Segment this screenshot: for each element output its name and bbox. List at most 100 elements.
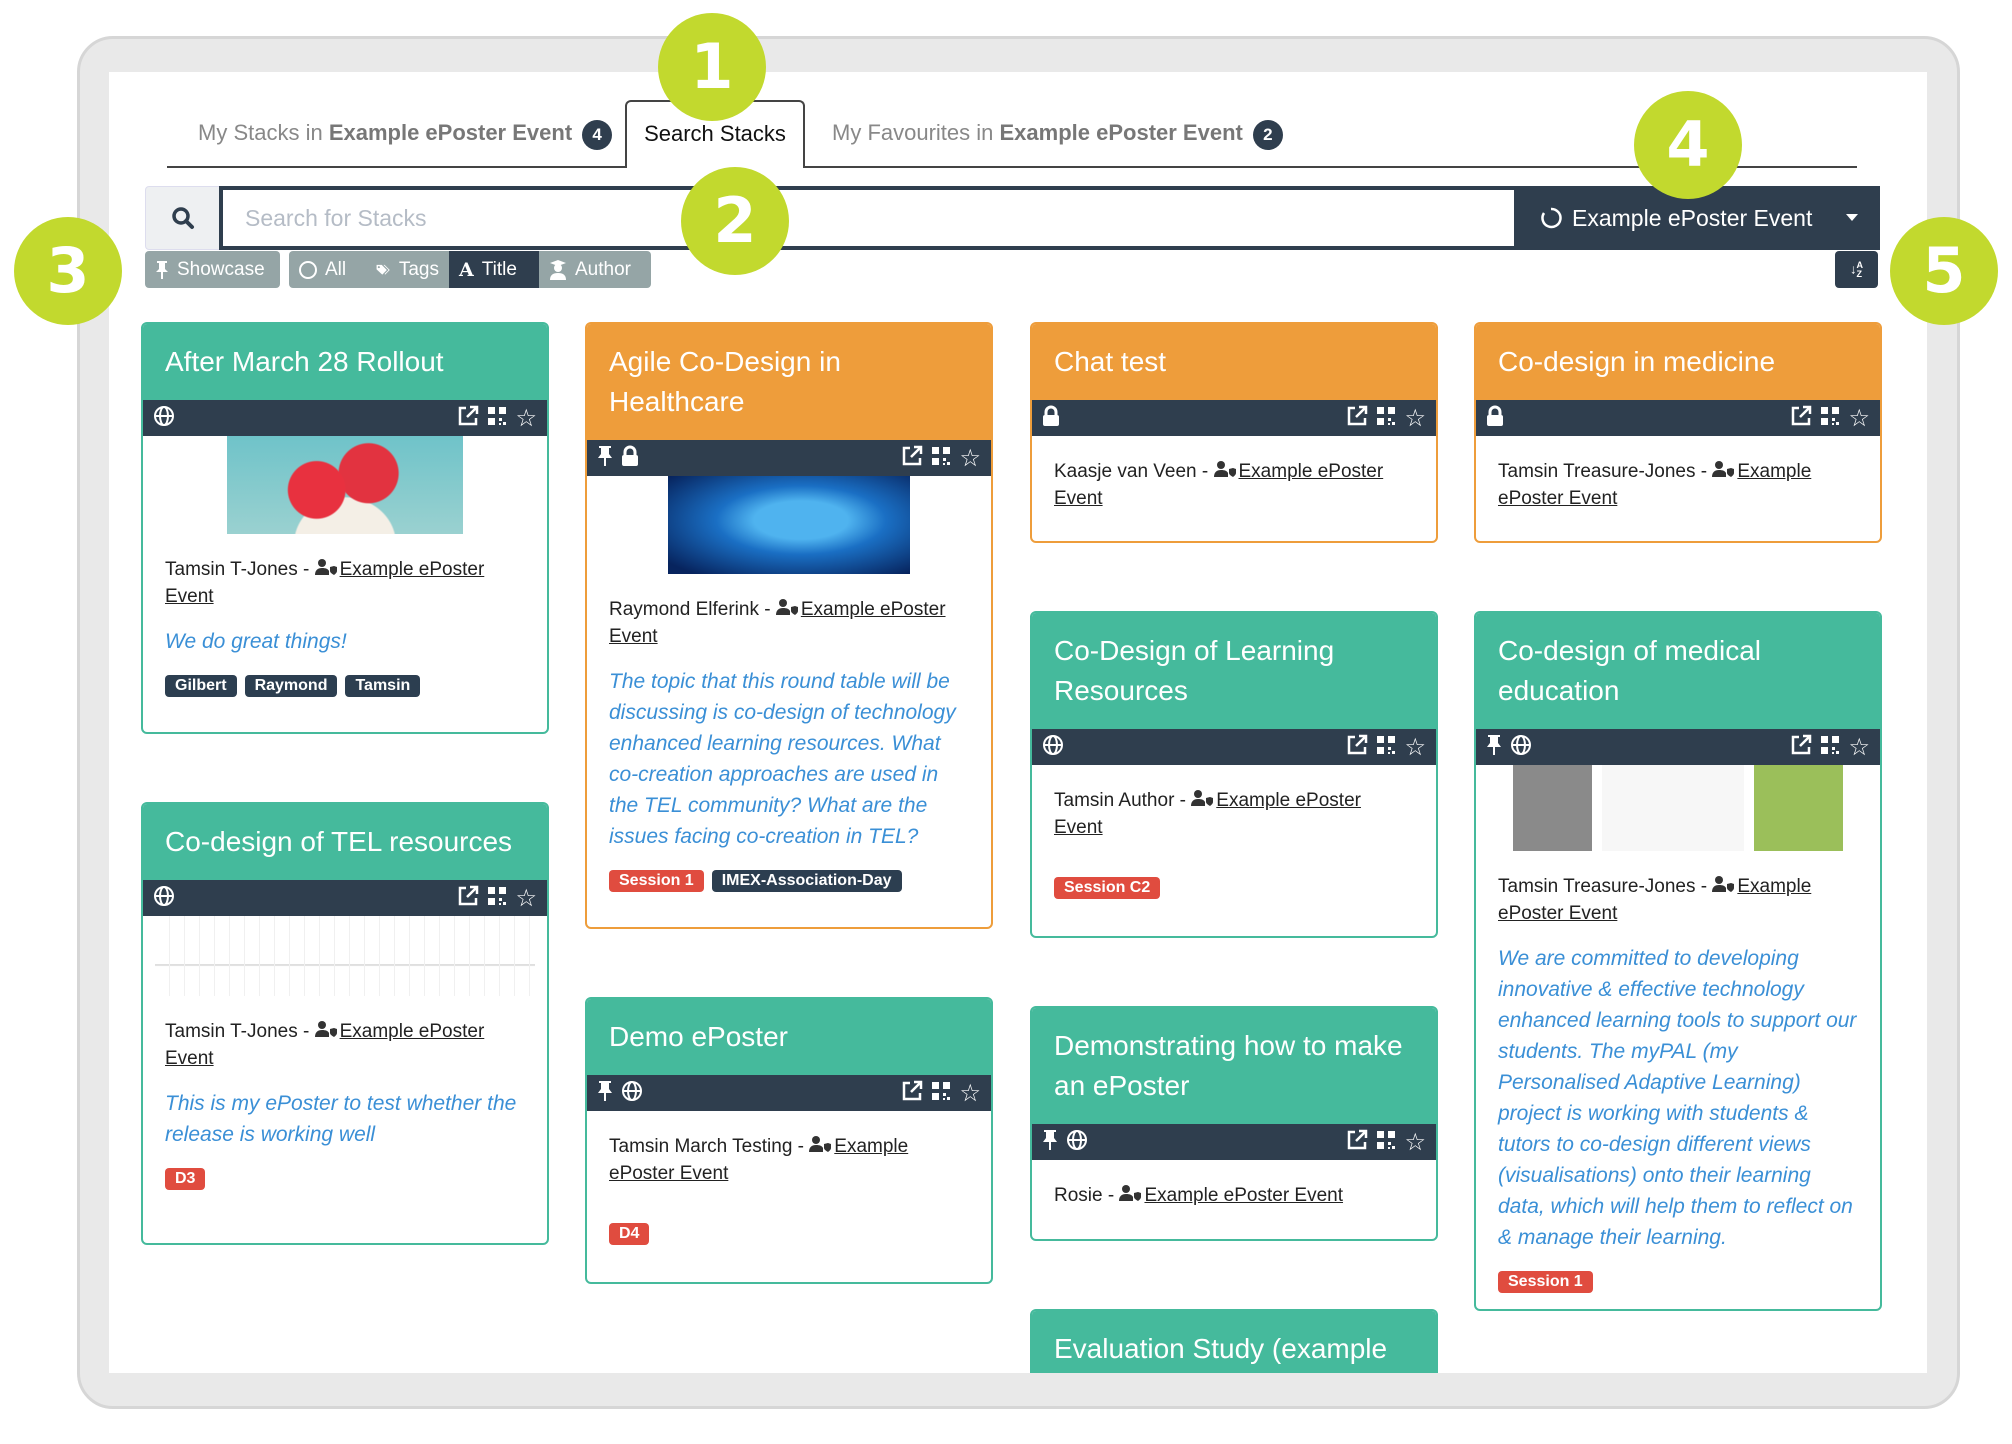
- star-icon[interactable]: ☆: [1404, 406, 1426, 430]
- tag-list: Session C2: [1054, 877, 1414, 899]
- stack-thumbnail[interactable]: [668, 476, 910, 574]
- qr-code-icon[interactable]: [1376, 406, 1396, 431]
- star-icon[interactable]: ☆: [1848, 735, 1870, 759]
- card-body: Rosie - Example ePoster Event: [1032, 1160, 1436, 1229]
- card-toolbar: ☆: [1032, 400, 1436, 436]
- card-title[interactable]: Agile Co-Design in Healthcare: [587, 324, 991, 440]
- stack-description: This is my ePoster to test whether the r…: [165, 1092, 517, 1146]
- star-icon[interactable]: ☆: [1404, 1130, 1426, 1154]
- qr-code-icon[interactable]: [1820, 735, 1840, 760]
- external-link-icon[interactable]: [1346, 1129, 1368, 1156]
- pin-icon: [1486, 734, 1502, 761]
- tag-badge[interactable]: Raymond: [244, 675, 338, 697]
- card-title[interactable]: Co-Design of Learning Resources: [1032, 613, 1436, 729]
- stack-card[interactable]: After March 28 Rollout ☆ Tamsin T-Jones - …: [141, 322, 549, 734]
- card-toolbar: ☆: [1476, 400, 1880, 436]
- tag-list: D4: [609, 1223, 969, 1245]
- card-title[interactable]: Demo ePoster: [587, 999, 991, 1075]
- stack-description: The topic that this round table will be …: [609, 670, 956, 848]
- author-line: Raymond Elferink - Example ePoster Event: [609, 596, 969, 650]
- star-icon[interactable]: ☆: [959, 446, 981, 470]
- card-body: Tamsin Author - Example ePoster Event Ses…: [1032, 765, 1436, 919]
- card-body: Raymond Elferink - Example ePoster Event…: [587, 574, 991, 912]
- qr-code-icon[interactable]: [1820, 406, 1840, 431]
- card-toolbar: ☆: [1476, 729, 1880, 765]
- external-link-icon[interactable]: [1346, 734, 1368, 761]
- stack-card[interactable]: Demo ePoster ☆ Tamsin March Testing - Exam…: [585, 997, 993, 1284]
- tag-badge[interactable]: Tamsin: [345, 675, 421, 697]
- tag-badge[interactable]: Session 1: [609, 870, 704, 892]
- author-name: Rosie -: [1054, 1185, 1120, 1206]
- callout-4: 4: [1634, 91, 1742, 199]
- pin-icon: [597, 445, 613, 472]
- external-link-icon[interactable]: [901, 445, 923, 472]
- callout-5: 5: [1890, 217, 1998, 325]
- star-icon[interactable]: ☆: [515, 886, 537, 910]
- card-title[interactable]: Co-design of medical education: [1476, 613, 1880, 729]
- author-line: Tamsin T-Jones - Example ePoster Event: [165, 556, 525, 610]
- card-title[interactable]: Co-design in medicine: [1476, 324, 1880, 400]
- qr-code-icon[interactable]: [487, 886, 507, 911]
- tag-list: D3: [165, 1168, 525, 1190]
- user-shield-icon: [1712, 458, 1735, 485]
- globe-icon: [1042, 734, 1064, 761]
- star-icon[interactable]: ☆: [1404, 735, 1426, 759]
- author-name: Tamsin T-Jones -: [165, 1021, 315, 1042]
- globe-icon: [621, 1080, 643, 1107]
- stack-card[interactable]: Co-design of medical education ☆ Tamsin Tr…: [1474, 611, 1882, 1311]
- tag-badge[interactable]: D3: [165, 1168, 206, 1190]
- card-body: Tamsin Treasure-Jones - Example ePoster …: [1476, 436, 1880, 532]
- qr-code-icon[interactable]: [931, 1081, 951, 1106]
- external-link-icon[interactable]: [457, 885, 479, 912]
- card-title[interactable]: Co-design of TEL resources: [143, 804, 547, 880]
- star-icon[interactable]: ☆: [515, 406, 537, 430]
- stack-card[interactable]: Evaluation Study (example: [1030, 1309, 1438, 1373]
- stack-card[interactable]: Demonstrating how to make an ePoster ☆ Ros…: [1030, 1006, 1438, 1241]
- stack-card[interactable]: Agile Co-Design in Healthcare ☆ Raymond El…: [585, 322, 993, 929]
- star-icon[interactable]: ☆: [1848, 406, 1870, 430]
- external-link-icon[interactable]: [457, 405, 479, 432]
- author-name: Tamsin Treasure-Jones -: [1498, 876, 1713, 897]
- stack-card[interactable]: Co-Design of Learning Resources ☆ Tamsin A…: [1030, 611, 1438, 938]
- globe-icon: [1066, 1129, 1088, 1156]
- external-link-icon[interactable]: [1346, 405, 1368, 432]
- external-link-icon[interactable]: [1790, 405, 1812, 432]
- stack-card[interactable]: Co-design of TEL resources ☆ Tamsin T-Jone…: [141, 802, 549, 1245]
- star-icon[interactable]: ☆: [959, 1081, 981, 1105]
- tag-badge[interactable]: D4: [609, 1223, 650, 1245]
- card-toolbar: ☆: [587, 440, 991, 476]
- lock-icon: [1486, 405, 1504, 432]
- external-link-icon[interactable]: [1790, 734, 1812, 761]
- stack-grid: After March 28 Rollout ☆ Tamsin T-Jones - …: [0, 0, 2012, 1373]
- stack-description: We do great things!: [165, 630, 347, 653]
- tag-badge[interactable]: Session 1: [1498, 1271, 1593, 1293]
- event-link[interactable]: Example ePoster Event: [1144, 1185, 1343, 1206]
- tag-badge[interactable]: Session C2: [1054, 877, 1161, 899]
- card-title[interactable]: Evaluation Study (example: [1032, 1311, 1436, 1373]
- user-shield-icon: [314, 1018, 337, 1045]
- user-shield-icon: [1712, 873, 1735, 900]
- card-body: Kaasje van Veen - Example ePoster Event: [1032, 436, 1436, 532]
- pin-icon: [597, 1080, 613, 1107]
- qr-code-icon[interactable]: [931, 446, 951, 471]
- card-title[interactable]: After March 28 Rollout: [143, 324, 547, 400]
- globe-icon: [153, 885, 175, 912]
- stack-thumbnail[interactable]: [155, 916, 535, 996]
- pin-icon: [1042, 1129, 1058, 1156]
- card-body: Tamsin T-Jones - Example ePoster Event Th…: [143, 996, 547, 1210]
- tag-badge[interactable]: Gilbert: [165, 675, 237, 697]
- globe-icon: [153, 405, 175, 432]
- card-title[interactable]: Chat test: [1032, 324, 1436, 400]
- stack-thumbnail[interactable]: [1513, 765, 1843, 851]
- qr-code-icon[interactable]: [1376, 1130, 1396, 1155]
- lock-icon: [621, 445, 639, 472]
- qr-code-icon[interactable]: [487, 406, 507, 431]
- qr-code-icon[interactable]: [1376, 735, 1396, 760]
- external-link-icon[interactable]: [901, 1080, 923, 1107]
- stack-thumbnail[interactable]: [227, 436, 463, 534]
- stack-card[interactable]: Chat test ☆ Kaasje van Veen - Example ePos…: [1030, 322, 1438, 543]
- card-title[interactable]: Demonstrating how to make an ePoster: [1032, 1008, 1436, 1124]
- card-body: Tamsin T-Jones - Example ePoster Event We…: [143, 534, 547, 717]
- tag-badge[interactable]: IMEX-Association-Day: [711, 870, 902, 892]
- stack-card[interactable]: Co-design in medicine ☆ Tamsin Treasure-Jo…: [1474, 322, 1882, 543]
